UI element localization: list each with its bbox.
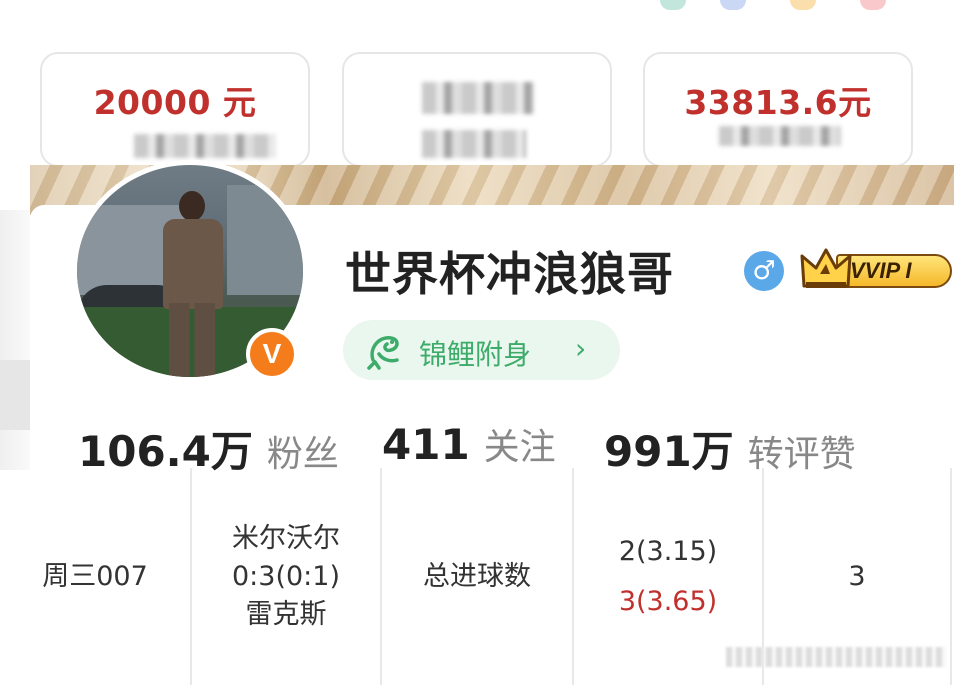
chevron-right-icon: › <box>575 332 587 365</box>
income-amount: 20000 元 <box>93 83 257 122</box>
cell-market: 总进球数 <box>382 468 572 685</box>
balance-amount: 33813.6元 <box>684 83 872 122</box>
following-count: 411 <box>382 420 470 469</box>
verified-v-icon: V <box>246 328 298 380</box>
crown-icon <box>800 248 852 288</box>
vvip-badge[interactable]: VVIP I <box>800 246 952 292</box>
username: 世界杯冲浪狼哥 <box>345 247 674 301</box>
koi-luck-button[interactable]: 锦鲤附身 › <box>343 320 620 380</box>
blurred-caption <box>134 134 276 158</box>
avatar-person <box>155 191 225 377</box>
blurred-caption <box>422 130 526 158</box>
decorative-confetti <box>640 0 940 18</box>
koi-fish-icon <box>367 336 399 370</box>
following-label: 关注 <box>483 427 556 468</box>
koi-label: 锦鲤附身 <box>419 338 532 371</box>
bet-amount: 3 <box>848 560 866 592</box>
income-card[interactable]: 20000 元 <box>40 52 310 167</box>
match-score: 0:3(0:1) <box>232 560 340 592</box>
left-shadow <box>0 210 30 470</box>
hidden-card[interactable] <box>342 52 612 167</box>
balance-card[interactable]: 33813.6元 <box>643 52 913 167</box>
pick-option-selected: 3(3.65) <box>618 585 718 617</box>
home-team: 米尔沃尔 <box>232 522 340 554</box>
match-id: 周三007 <box>42 560 148 592</box>
blurred-amount <box>422 82 534 114</box>
cell-match-id: 周三007 <box>0 468 190 685</box>
blurred-caption <box>719 126 841 146</box>
away-team: 雷克斯 <box>245 598 327 630</box>
avatar-building <box>227 185 303 295</box>
pick-option: 2(3.15) <box>618 535 718 567</box>
market-label: 总进球数 <box>423 560 531 592</box>
left-shadow-block <box>0 360 32 430</box>
vvip-label: VVIP I <box>850 258 912 283</box>
cell-match: 米尔沃尔 0:3(0:1) 雷克斯 <box>192 468 380 685</box>
watermark <box>726 647 946 667</box>
column-divider <box>950 468 952 685</box>
stat-following[interactable]: 411 关注 <box>382 418 556 470</box>
male-gender-icon: ♂ <box>744 251 784 291</box>
